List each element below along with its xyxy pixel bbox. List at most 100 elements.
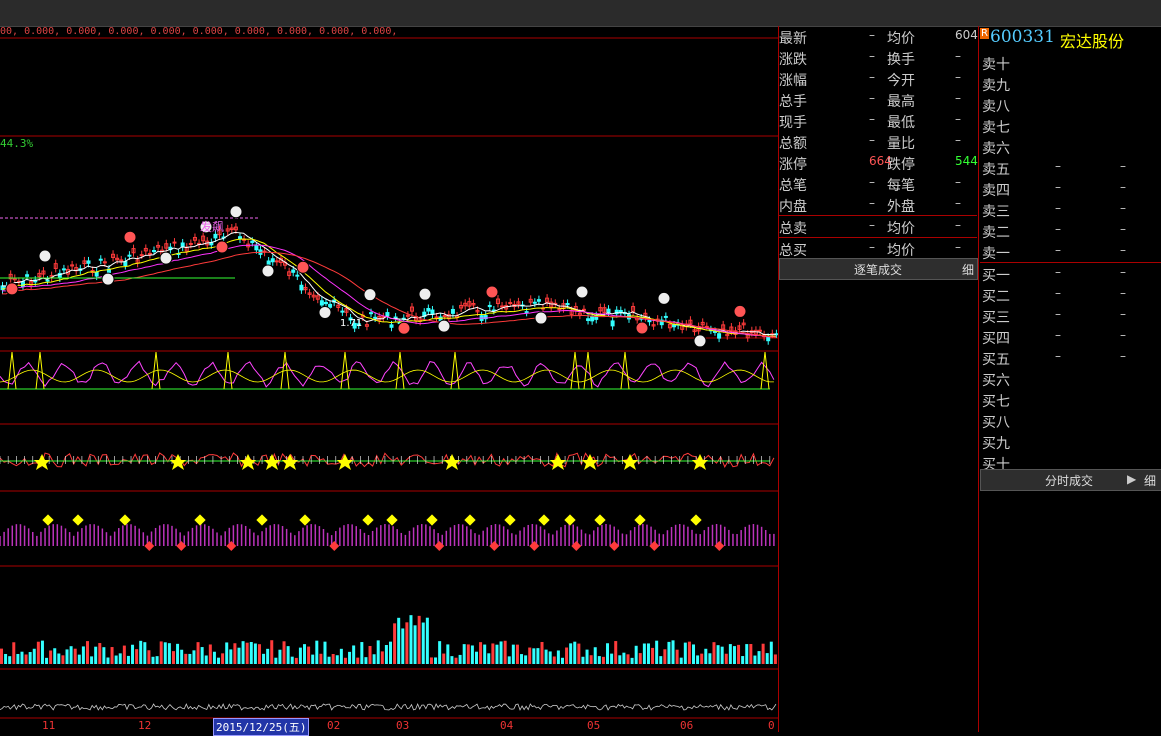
volume-bar bbox=[769, 641, 773, 664]
volume-bar bbox=[126, 655, 130, 664]
smiley-icon bbox=[733, 304, 747, 318]
smiley-icon bbox=[101, 272, 115, 286]
order-book-label: 卖五 bbox=[982, 162, 1010, 178]
quote-value: 544 bbox=[955, 154, 978, 168]
play-arrow-icon[interactable]: ▶ bbox=[1127, 472, 1136, 486]
volume-bar bbox=[28, 652, 32, 664]
tick-detail-button[interactable]: 细 bbox=[962, 261, 974, 278]
volume-bar bbox=[8, 656, 12, 664]
candle-body bbox=[565, 302, 570, 306]
volume-bar bbox=[442, 653, 446, 664]
volume-bar bbox=[479, 642, 483, 664]
volume-bar bbox=[450, 656, 454, 664]
volume-bar bbox=[634, 645, 638, 664]
indicator-line bbox=[0, 360, 775, 388]
candle-body bbox=[426, 307, 431, 312]
volume-bar bbox=[503, 640, 507, 664]
chart-canvas[interactable] bbox=[0, 26, 778, 732]
volume-bar bbox=[556, 650, 560, 664]
signal-spike bbox=[395, 351, 405, 390]
order-book-price: – bbox=[1055, 180, 1061, 194]
volume-bar bbox=[225, 642, 229, 664]
order-book-label: 卖八 bbox=[982, 99, 1010, 115]
quote-label: 总笔 bbox=[779, 178, 807, 194]
diamond-icon bbox=[538, 514, 550, 526]
volume-bar bbox=[548, 651, 552, 664]
order-book-label: 卖三 bbox=[982, 204, 1010, 220]
order-book-row: 卖七 bbox=[980, 115, 1161, 136]
order-book-label: 买五 bbox=[982, 352, 1010, 368]
candle-body bbox=[557, 308, 562, 311]
order-book-price: – bbox=[1055, 222, 1061, 236]
candle-body bbox=[61, 268, 66, 271]
volume-bar bbox=[589, 655, 593, 664]
candle-body bbox=[508, 302, 513, 305]
candle-body bbox=[254, 245, 259, 251]
volume-bar bbox=[139, 640, 143, 664]
stock-name: 宏达股份 bbox=[1060, 32, 1125, 51]
volume-bar bbox=[110, 647, 114, 664]
tick-trade-tab-label[interactable]: 逐笔成交 bbox=[854, 261, 902, 278]
volume-bar bbox=[36, 641, 40, 664]
volume-bar bbox=[552, 656, 556, 664]
time-axis: 11 12 2015/12/25(五) 02 03 04 05 06 0 bbox=[0, 718, 778, 736]
quote-value: – bbox=[955, 112, 961, 126]
volume-bar bbox=[290, 656, 294, 664]
quote-row: 涨停 664 跌停 544 bbox=[779, 152, 978, 173]
volume-bar bbox=[524, 655, 528, 664]
quote-value: – bbox=[869, 49, 875, 63]
axis-label: 12 bbox=[138, 719, 152, 732]
axis-label: 06 bbox=[680, 719, 694, 732]
axis-label: 11 bbox=[42, 719, 56, 732]
volume-bar bbox=[749, 644, 753, 664]
order-book-volume: – bbox=[1120, 349, 1126, 363]
quote-row: 涨幅 – 今开 – bbox=[779, 68, 977, 89]
volume-bar bbox=[315, 640, 319, 664]
kline-chart-area[interactable] bbox=[0, 26, 778, 732]
volume-bar bbox=[20, 651, 24, 664]
candle-body bbox=[647, 319, 652, 323]
volume-bar bbox=[499, 641, 503, 664]
volume-bar bbox=[659, 656, 663, 664]
order-book-row: 买一 – – bbox=[980, 262, 1161, 284]
candle-body bbox=[270, 258, 275, 263]
volume-bar bbox=[24, 654, 28, 664]
volume-bar bbox=[470, 645, 474, 664]
volume-bar bbox=[364, 657, 368, 664]
volume-bar bbox=[40, 640, 44, 664]
volume-bar bbox=[229, 649, 233, 664]
volume-bar bbox=[380, 651, 384, 664]
candle-body bbox=[434, 316, 439, 319]
volume-bar bbox=[298, 647, 302, 664]
volume-bar bbox=[528, 647, 532, 664]
volume-bar bbox=[462, 644, 466, 664]
quote-value: – bbox=[955, 91, 961, 105]
tick-trade-tab[interactable]: 逐笔成交 细 bbox=[779, 258, 978, 280]
candle-body bbox=[430, 309, 435, 315]
volume-bar bbox=[323, 641, 327, 664]
volume-bar bbox=[360, 642, 364, 664]
diamond-icon bbox=[299, 514, 311, 526]
quote-value: – bbox=[955, 70, 961, 84]
volume-bar bbox=[515, 644, 519, 664]
volume-bar bbox=[495, 644, 499, 664]
volume-bar bbox=[94, 646, 98, 664]
indicator-values-text: 00, 0.000, 0.000, 0.000, 0.000, 0.000, 0… bbox=[0, 26, 398, 37]
star-icon bbox=[170, 454, 186, 470]
smiley-icon bbox=[159, 251, 173, 265]
volume-bar bbox=[253, 643, 257, 664]
volume-bar bbox=[245, 642, 249, 664]
indicator-values-row: 00, 0.000, 0.000, 0.000, 0.000, 0.000, 0… bbox=[0, 26, 397, 37]
candle-body bbox=[94, 271, 99, 277]
candle-body bbox=[299, 284, 304, 291]
candle-body bbox=[323, 301, 328, 305]
volume-bar bbox=[143, 642, 147, 664]
quote-label: 量比 bbox=[887, 136, 915, 152]
candle-body bbox=[606, 308, 611, 314]
minute-trade-tab-label[interactable]: 分时成交 bbox=[1045, 472, 1093, 489]
minute-detail-button[interactable]: 细 bbox=[1144, 472, 1156, 489]
volume-bar bbox=[319, 653, 323, 664]
diamond-icon bbox=[72, 514, 84, 526]
minute-trade-tab[interactable]: 分时成交 ▶ 细 bbox=[980, 469, 1161, 491]
smiley-icon bbox=[437, 319, 451, 333]
